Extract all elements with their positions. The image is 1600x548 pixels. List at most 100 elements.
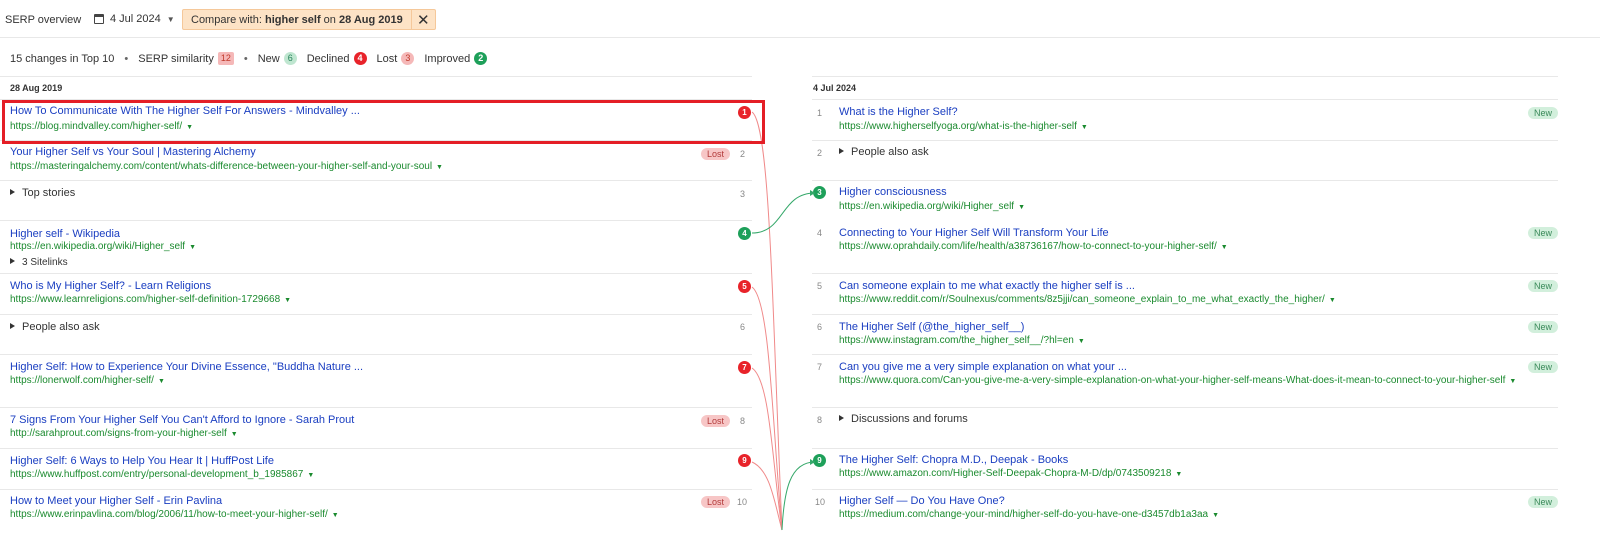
serp-feature-row: 2 People also ask <box>812 141 1558 181</box>
serp-row: Higher Self: How to Experience Your Divi… <box>0 355 752 408</box>
expand-triangle-icon <box>839 415 844 421</box>
position-number: 2 <box>817 148 823 158</box>
compare-label: Compare with: higher self on 28 Aug 2019 <box>191 13 403 26</box>
result-title[interactable]: Can someone explain to me what exactly t… <box>839 280 1135 292</box>
chevron-down-icon: ▼ <box>166 14 175 24</box>
new-label[interactable]: New <box>258 53 280 65</box>
position-number: 8 <box>817 415 823 425</box>
result-url[interactable]: https://www.higherselfyoga.org/what-is-t… <box>839 121 1088 132</box>
chevron-down-icon: ▼ <box>1175 471 1183 478</box>
serp-row: 6 The Higher Self (@the_higher_self__) h… <box>812 315 1559 355</box>
page-title: SERP overview <box>5 14 82 26</box>
expand-triangle-icon <box>839 148 844 154</box>
changes-summary: 15 changes in Top 10 • SERP similarity 1… <box>10 52 488 65</box>
result-url[interactable]: https://www.reddit.com/r/Soulnexus/comme… <box>839 294 1336 305</box>
date-picker[interactable]: 4 Jul 2024 ▼ <box>94 13 175 25</box>
chevron-down-icon: ▼ <box>1077 338 1085 345</box>
result-url[interactable]: https://www.oprahdaily.com/life/health/a… <box>839 241 1228 252</box>
position-number: 4 <box>817 228 823 238</box>
serp-similarity-value: 12 <box>217 52 234 65</box>
new-tag: New <box>1528 361 1559 373</box>
result-title[interactable]: The Higher Self: Chopra M.D., Deepak - B… <box>839 454 1068 466</box>
right-column-date: 4 Jul 2024 <box>812 76 1558 100</box>
result-url[interactable]: https://www.instagram.com/the_higher_sel… <box>839 335 1085 346</box>
result-title[interactable]: Higher Self: How to Experience Your Divi… <box>10 361 363 373</box>
connector-declined-1 <box>751 111 783 531</box>
chevron-down-icon: ▼ <box>189 244 197 251</box>
changes-count: 15 changes in Top 10 <box>10 52 115 65</box>
discussions-forums-toggle[interactable]: Discussions and forums <box>839 413 968 425</box>
serp-row: Your Higher Self vs Your Soul | Masterin… <box>0 141 752 181</box>
result-title[interactable]: Higher Self — Do You Have One? <box>839 495 1005 507</box>
chevron-down-icon: ▼ <box>1080 124 1088 131</box>
lost-tag: Lost <box>701 415 731 427</box>
close-icon[interactable]: ✕ <box>410 10 435 29</box>
result-url[interactable]: https://medium.com/change-your-mind/high… <box>839 509 1219 520</box>
result-url[interactable]: https://www.erinpavlina.com/blog/2006/11… <box>10 509 339 520</box>
position-badge-improved: 3 <box>813 186 826 199</box>
result-title[interactable]: The Higher Self (@the_higher_self__) <box>839 321 1024 333</box>
result-url[interactable]: http://sarahprout.com/signs-from-your-hi… <box>10 428 238 439</box>
chevron-down-icon: ▼ <box>1328 297 1336 304</box>
lost-label[interactable]: Lost <box>377 53 398 65</box>
result-url[interactable]: https://www.learnreligions.com/higher-se… <box>10 294 291 305</box>
serp-row: Who is My Higher Self? - Learn Religions… <box>0 274 752 315</box>
chevron-down-icon: ▼ <box>157 378 165 385</box>
serp-row: 10 Higher Self — Do You Have One? https:… <box>812 490 1559 528</box>
chevron-down-icon: ▼ <box>1212 512 1220 519</box>
result-url[interactable]: https://www.quora.com/Can-you-give-me-a-… <box>839 375 1516 386</box>
new-tag: New <box>1528 321 1559 333</box>
position-number: 7 <box>817 362 823 372</box>
chevron-down-icon: ▼ <box>1509 378 1517 385</box>
connector-declined-7 <box>751 367 783 531</box>
declined-label[interactable]: Declined <box>307 53 350 65</box>
top-stories-toggle[interactable]: Top stories <box>10 187 75 199</box>
serp-similarity-label: SERP similarity <box>138 52 214 65</box>
result-title[interactable]: How to Meet your Higher Self - Erin Pavl… <box>10 495 222 507</box>
position-badge-improved: 4 <box>738 227 751 240</box>
chevron-down-icon: ▼ <box>230 431 238 438</box>
serp-row: 9 The Higher Self: Chopra M.D., Deepak -… <box>812 449 1558 490</box>
serp-row: Higher self - Wikipedia https://en.wikip… <box>0 221 752 274</box>
result-url[interactable]: https://www.amazon.com/Higher-Self-Deepa… <box>839 468 1182 479</box>
people-also-ask-toggle[interactable]: People also ask <box>839 146 929 158</box>
improved-label[interactable]: Improved <box>424 53 470 65</box>
result-title[interactable]: Can you give me a very simple explanatio… <box>839 361 1127 373</box>
result-title[interactable]: Who is My Higher Self? - Learn Religions <box>10 280 211 292</box>
position-number: 5 <box>817 281 823 291</box>
position-badge-declined: 7 <box>738 361 751 374</box>
result-title[interactable]: Higher consciousness <box>839 186 947 198</box>
result-url[interactable]: https://en.wikipedia.org/wiki/Higher_sel… <box>10 241 196 252</box>
chevron-down-icon: ▼ <box>436 164 443 171</box>
chevron-down-icon: ▼ <box>331 512 339 519</box>
result-url[interactable]: https://lonerwolf.com/higher-self/▼ <box>10 375 165 386</box>
compare-chip[interactable]: Compare with: higher self on 28 Aug 2019… <box>182 9 436 30</box>
serp-feature-row: People also ask 6 <box>0 315 752 355</box>
result-url[interactable]: https://en.wikipedia.org/wiki/Higher_sel… <box>839 201 1025 212</box>
improved-count-badge: 2 <box>474 52 488 65</box>
position-badge-declined: 5 <box>738 280 751 293</box>
result-url[interactable]: https://masteringalchemy.com/content/wha… <box>10 161 443 172</box>
sitelinks-toggle[interactable]: 3 Sitelinks <box>10 257 68 268</box>
people-also-ask-toggle[interactable]: People also ask <box>10 321 100 333</box>
right-serp-column: 4 Jul 2024 1 What is the Higher Self? ht… <box>812 76 1559 528</box>
chevron-down-icon: ▼ <box>1018 204 1026 211</box>
lost-tag: Lost <box>701 148 731 160</box>
result-title[interactable]: Higher self - Wikipedia <box>10 228 120 240</box>
result-url[interactable]: https://www.huffpost.com/entry/personal-… <box>10 469 314 480</box>
result-title[interactable]: 7 Signs From Your Higher Self You Can't … <box>10 414 354 426</box>
expand-triangle-icon <box>10 189 15 195</box>
declined-count-badge: 4 <box>353 52 367 65</box>
new-tag: New <box>1528 107 1559 119</box>
serp-row: Higher Self: 6 Ways to Help You Hear It … <box>0 449 752 490</box>
connector-declined-5 <box>751 286 783 531</box>
result-title[interactable]: Your Higher Self vs Your Soul | Masterin… <box>10 146 256 158</box>
position-number: 10 <box>737 497 748 507</box>
position-number: 2 <box>740 149 746 159</box>
lost-count-badge: 3 <box>401 52 415 65</box>
result-title[interactable]: Higher Self: 6 Ways to Help You Hear It … <box>10 455 274 467</box>
result-title[interactable]: Connecting to Your Higher Self Will Tran… <box>839 227 1109 239</box>
result-title[interactable]: What is the Higher Self? <box>839 106 958 118</box>
serp-row: 3 Higher consciousness https://en.wikipe… <box>812 181 1558 221</box>
date-value: 4 Jul 2024 <box>110 13 161 25</box>
